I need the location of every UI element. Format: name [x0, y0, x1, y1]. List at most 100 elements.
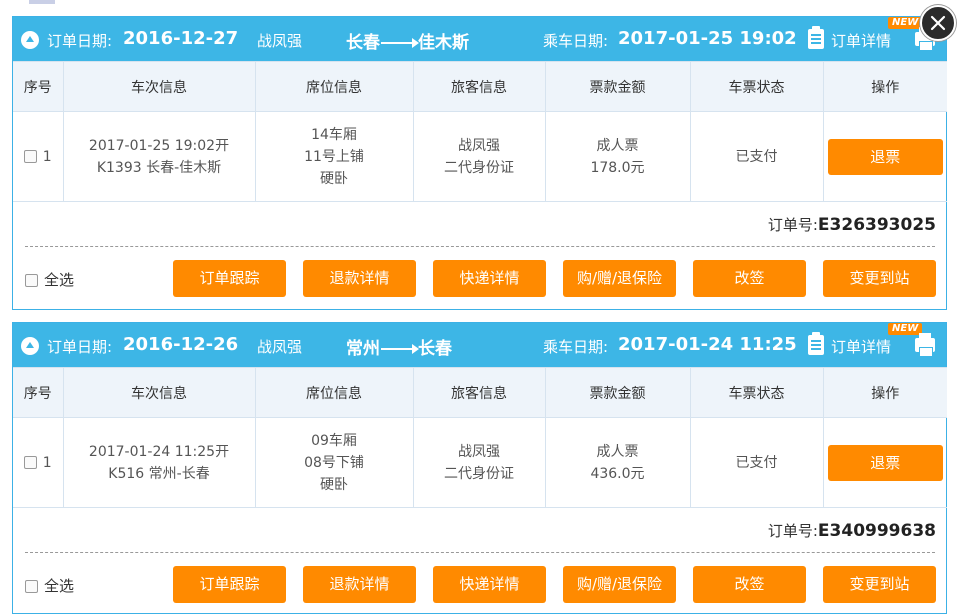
id-type: 二代身份证 [444, 159, 514, 176]
change-ticket-button[interactable]: 改签 [693, 566, 806, 603]
seat-info-cell: 09车厢 08号下铺 硬卧 [254, 417, 414, 508]
order-date-label: 订单日期: [47, 338, 113, 356]
operation-cell: 退票 [822, 111, 947, 202]
ticket-type: 成人票 [596, 443, 639, 460]
insurance-button[interactable]: 购/赠/退保险 [563, 566, 676, 603]
refund-detail-button[interactable]: 退款详情 [303, 566, 416, 603]
order-detail-link[interactable]: 订单详情 [831, 336, 891, 357]
change-ticket-button[interactable]: 改签 [693, 260, 806, 297]
order-passenger: 战凤强 [257, 32, 303, 50]
order-tracking-button[interactable]: 订单跟踪 [173, 260, 286, 297]
order-card: 订单日期: 2016-12-27 战凤强 长春 佳木斯 乘车日期: 2017-01… [12, 16, 947, 310]
ticket-type: 成人票 [596, 137, 639, 154]
ride-date-label: 乘车日期: [543, 338, 609, 356]
ticket-table: 序号 车次信息 席位信息 旅客信息 票款金额 车票状态 操作 1 2017-01… [13, 61, 947, 202]
route: 长春 佳木斯 [346, 28, 469, 53]
order-number-label: 订单号: [767, 522, 818, 540]
passenger-info-cell: 战凤强 二代身份证 [412, 111, 546, 202]
row-index-cell: 1 [13, 417, 64, 508]
select-all-checkbox[interactable] [25, 580, 38, 593]
row-checkbox[interactable] [23, 456, 37, 469]
order-tracking-button[interactable]: 订单跟踪 [173, 566, 286, 603]
refund-button[interactable]: 退票 [827, 444, 943, 481]
ride-date-label: 乘车日期: [543, 32, 609, 50]
col-header: 票款金额 [544, 367, 691, 418]
order-number: 订单号:E326393025 [768, 214, 936, 235]
select-all-label: 全选 [44, 271, 75, 289]
seat-class: 硬卧 [320, 170, 348, 187]
col-header: 席位信息 [254, 367, 414, 418]
passenger-name: 战凤强 [458, 443, 500, 460]
order-number-value: E326393025 [817, 215, 936, 235]
order-date-label: 订单日期: [47, 32, 113, 50]
ticket-price: 436.0元 [590, 465, 645, 482]
order-date: 2016-12-26 [123, 334, 239, 355]
delivery-detail-button[interactable]: 快递详情 [433, 260, 546, 297]
table-row: 1 2017-01-24 11:25开 K516 常州-长春 09车厢 08号下… [13, 417, 947, 508]
row-checkbox[interactable] [23, 150, 37, 163]
table-header-row: 序号 车次信息 席位信息 旅客信息 票款金额 车票状态 操作 [13, 61, 947, 112]
arrow-right-icon [381, 344, 419, 354]
order-number-value: E340999638 [817, 521, 936, 541]
select-all[interactable]: 全选 [25, 575, 74, 596]
passenger-name: 战凤强 [458, 137, 500, 154]
close-icon [930, 15, 946, 31]
new-badge: NEW [888, 323, 923, 335]
col-header: 序号 [13, 61, 64, 112]
new-badge: NEW [888, 17, 923, 29]
order-header: 订单日期: 2016-12-27 战凤强 长春 佳木斯 乘车日期: 2017-01… [13, 17, 946, 61]
seat-info-cell: 14车厢 11号上铺 硬卧 [254, 111, 414, 202]
operation-cell: 退票 [822, 417, 947, 508]
col-header: 席位信息 [254, 61, 414, 112]
refund-button[interactable]: 退票 [827, 138, 943, 175]
order-number-label: 订单号: [767, 216, 818, 234]
car-number: 14车厢 [311, 126, 357, 143]
status-cell: 已支付 [689, 417, 824, 508]
select-all-checkbox[interactable] [25, 274, 38, 287]
printer-icon[interactable] [915, 333, 935, 357]
select-all-label: 全选 [44, 577, 75, 595]
change-station-button[interactable]: 变更到站 [823, 566, 936, 603]
collapse-icon[interactable] [21, 31, 39, 49]
ticket-price: 178.0元 [590, 159, 645, 176]
price-cell: 成人票 178.0元 [544, 111, 691, 202]
divider [25, 246, 935, 247]
col-header: 车次信息 [62, 61, 256, 112]
col-header: 车票状态 [689, 367, 824, 418]
document-icon [808, 26, 824, 49]
top-tab-stub [29, 0, 55, 4]
order-date: 2016-12-27 [123, 28, 239, 49]
divider [25, 552, 935, 553]
ride-date: 2017-01-24 11:25 [618, 334, 797, 355]
select-all[interactable]: 全选 [25, 269, 74, 290]
route-from: 常州 [346, 339, 380, 359]
col-header: 操作 [822, 61, 947, 112]
order-detail-link[interactable]: 订单详情 [831, 30, 891, 51]
change-station-button[interactable]: 变更到站 [823, 260, 936, 297]
refund-detail-button[interactable]: 退款详情 [303, 260, 416, 297]
price-cell: 成人票 436.0元 [544, 417, 691, 508]
arrow-right-icon [381, 38, 419, 48]
close-button[interactable] [920, 5, 956, 41]
seat-class: 硬卧 [320, 476, 348, 493]
ride-date: 2017-01-25 19:02 [618, 28, 797, 49]
col-header: 操作 [822, 367, 947, 418]
insurance-button[interactable]: 购/赠/退保险 [563, 260, 676, 297]
order-passenger: 战凤强 [257, 338, 303, 356]
berth-number: 08号下铺 [304, 454, 364, 471]
route-to: 佳木斯 [418, 33, 469, 53]
col-header: 旅客信息 [412, 367, 546, 418]
row-index: 1 [42, 148, 52, 165]
car-number: 09车厢 [311, 432, 357, 449]
order-header: 订单日期: 2016-12-26 战凤强 常州 长春 乘车日期: 2017-01-… [13, 323, 946, 367]
departure-time: 2017-01-24 11:25开 [88, 443, 230, 460]
order-number: 订单号:E340999638 [768, 520, 936, 541]
row-index-cell: 1 [13, 111, 64, 202]
train-number: K1393 长春-佳木斯 [96, 159, 222, 176]
ticket-table: 序号 车次信息 席位信息 旅客信息 票款金额 车票状态 操作 1 2017-01… [13, 367, 947, 508]
delivery-detail-button[interactable]: 快递详情 [433, 566, 546, 603]
route-from: 长春 [346, 33, 380, 53]
id-type: 二代身份证 [444, 465, 514, 482]
berth-number: 11号上铺 [304, 148, 364, 165]
collapse-icon[interactable] [21, 337, 39, 355]
